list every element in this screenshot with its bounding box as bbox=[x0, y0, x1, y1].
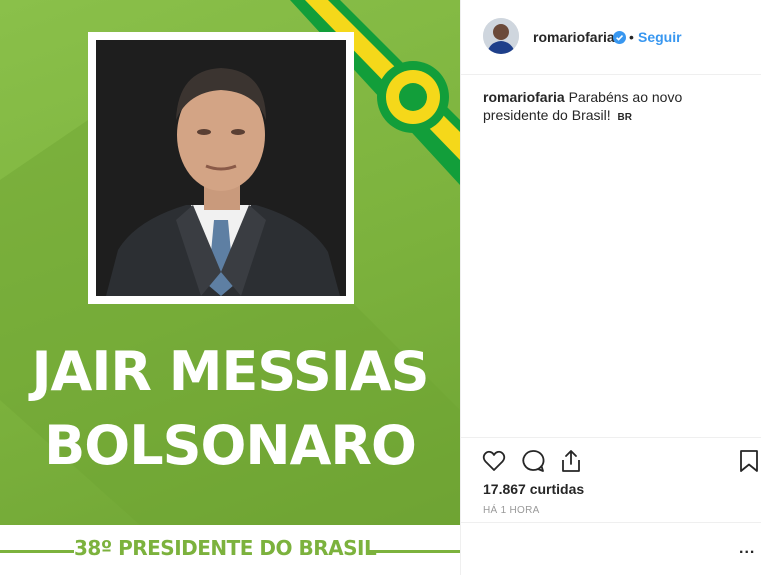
caption: romariofaria Parabéns ao novo presidente… bbox=[483, 88, 748, 127]
header-username[interactable]: romariofaria bbox=[533, 29, 615, 45]
portrait-photo bbox=[96, 40, 346, 296]
comment-icon[interactable] bbox=[520, 448, 546, 474]
headline-line-1: JAIR MESSIAS bbox=[31, 340, 429, 403]
post-side-panel: romariofaria • Seguir romariofaria Parab… bbox=[460, 0, 761, 575]
caption-username[interactable]: romariofaria bbox=[483, 89, 565, 105]
bookmark-icon[interactable] bbox=[736, 448, 761, 474]
verified-icon bbox=[613, 31, 626, 44]
subtitle-divider-left bbox=[0, 550, 74, 553]
likes-count[interactable]: 17.867 curtidas bbox=[483, 481, 584, 497]
avatar[interactable] bbox=[483, 18, 519, 54]
comment-divider bbox=[461, 522, 761, 523]
subtitle-text: 38º PRESIDENTE DO BRASIL bbox=[74, 536, 377, 560]
post-image[interactable]: JAIR MESSIAS BOLSONARO 38º PRESIDENTE DO… bbox=[0, 0, 460, 575]
more-options-button[interactable]: ... bbox=[739, 540, 755, 558]
headline-line-2: BOLSONARO bbox=[44, 414, 417, 477]
header-separator: • bbox=[629, 29, 634, 45]
heart-icon[interactable] bbox=[481, 448, 507, 474]
subtitle-divider-right bbox=[368, 550, 460, 553]
subtitle-band: 38º PRESIDENTE DO BRASIL bbox=[0, 525, 460, 575]
flag-emoji: BR bbox=[617, 112, 632, 123]
post-header: romariofaria • Seguir bbox=[461, 0, 761, 75]
follow-button[interactable]: Seguir bbox=[638, 29, 682, 45]
portrait-frame bbox=[88, 32, 354, 304]
actions-divider bbox=[461, 437, 761, 439]
share-icon[interactable] bbox=[558, 448, 584, 474]
post-timestamp[interactable]: HÁ 1 HORA bbox=[483, 505, 540, 516]
